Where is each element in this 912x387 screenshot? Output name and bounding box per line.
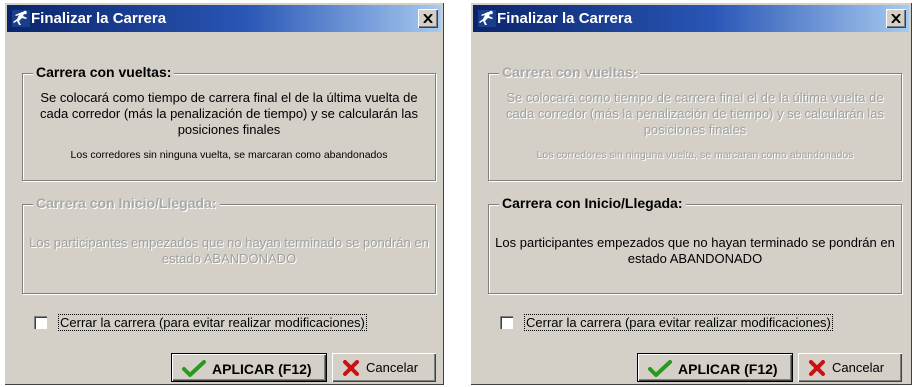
apply-button[interactable]: APLICAR (F12) [637, 353, 793, 382]
start-finish-race-title: Carrera con Inicio/Llegada: [33, 195, 220, 211]
close-race-checkbox[interactable] [34, 316, 47, 329]
lap-race-description: Se colocará como tiempo de carrera final… [506, 90, 884, 137]
window-title: Finalizar la Carrera [31, 10, 167, 27]
cancel-button-label: Cancelar [832, 360, 885, 375]
runner-app-icon [12, 10, 30, 27]
lap-race-title: Carrera con vueltas: [33, 64, 175, 80]
checkmark-icon [182, 360, 206, 377]
window-title: Finalizar la Carrera [497, 10, 633, 27]
cancel-button[interactable]: Cancelar [332, 353, 436, 382]
lap-race-group[interactable]: Carrera con vueltas: Se colocará como ti… [22, 64, 436, 181]
cancel-button[interactable]: Cancelar [798, 353, 902, 382]
start-finish-race-description: Los participantes empezados que no hayan… [29, 235, 429, 266]
close-icon [423, 14, 433, 23]
start-finish-race-description: Los participantes empezados que no hayan… [495, 235, 895, 266]
finalize-race-dialog-right: Finalizar la Carrera Carrera con vueltas… [470, 2, 912, 385]
start-finish-race-group[interactable]: Carrera con Inicio/Llegada: Los particip… [488, 195, 902, 294]
lap-race-title: Carrera con vueltas: [499, 64, 641, 80]
apply-button-label: APLICAR (F12) [678, 361, 778, 377]
lap-race-group[interactable]: Carrera con vueltas: Se colocará como ti… [488, 64, 902, 181]
lap-race-description: Se colocará como tiempo de carrera final… [40, 90, 418, 137]
close-race-checkbox-label[interactable]: Cerrar la carrera (para evitar realizar … [524, 314, 833, 331]
runner-app-icon [478, 10, 496, 27]
lap-race-note: Los corredores sin ninguna vuelta, se ma… [70, 149, 388, 161]
apply-button[interactable]: APLICAR (F12) [171, 353, 327, 382]
close-race-checkbox[interactable] [500, 316, 513, 329]
start-finish-race-group[interactable]: Carrera con Inicio/Llegada: Los particip… [22, 195, 436, 294]
checkmark-icon [648, 360, 672, 377]
close-button[interactable] [886, 9, 906, 28]
close-race-checkbox-label[interactable]: Cerrar la carrera (para evitar realizar … [58, 314, 367, 331]
start-finish-race-title: Carrera con Inicio/Llegada: [499, 195, 686, 211]
red-x-icon [809, 360, 825, 376]
lap-race-note: Los corredores sin ninguna vuelta, se ma… [536, 149, 854, 161]
finalize-race-dialog-left: Finalizar la Carrera Carrera con vueltas… [4, 2, 444, 385]
apply-button-label: APLICAR (F12) [212, 361, 312, 377]
title-bar[interactable]: Finalizar la Carrera [7, 5, 441, 32]
title-bar[interactable]: Finalizar la Carrera [473, 5, 909, 32]
close-icon [891, 14, 901, 23]
red-x-icon [343, 360, 359, 376]
cancel-button-label: Cancelar [366, 360, 419, 375]
close-button[interactable] [418, 9, 438, 28]
